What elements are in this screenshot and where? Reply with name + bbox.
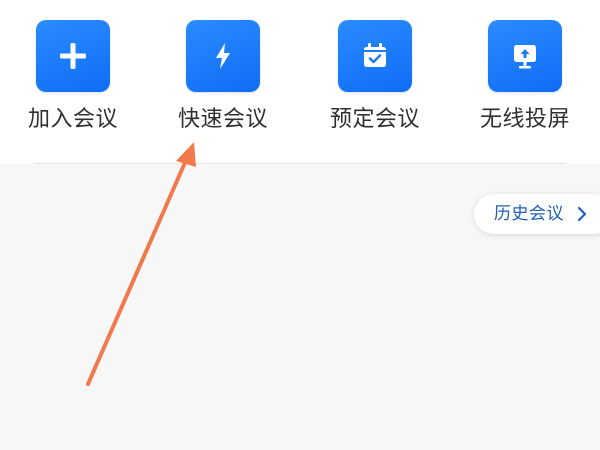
schedule-meeting-button[interactable]: 预定会议 [310,0,440,140]
wireless-screen-cast-label: 无线投屏 [479,107,570,132]
join-meeting-tile[interactable] [36,20,110,92]
join-meeting-button[interactable]: 加入会议 [8,0,138,140]
section-divider [34,163,566,164]
wireless-screen-cast-button[interactable]: 无线投屏 [460,0,590,140]
history-meetings-button[interactable]: 历史会议 [474,194,600,234]
lightning-icon [216,43,230,69]
quick-meeting-tile[interactable] [186,20,260,92]
chevron-right-icon [577,206,587,222]
plus-icon [60,43,86,69]
join-meeting-label: 加入会议 [27,107,118,132]
schedule-meeting-tile[interactable] [338,20,412,92]
screen-cast-icon [514,45,536,69]
calendar-check-icon [364,43,386,67]
schedule-meeting-label: 预定会议 [329,107,420,132]
quick-meeting-label: 快速会议 [177,107,268,132]
wireless-screen-cast-tile[interactable] [488,20,562,92]
quick-meeting-button[interactable]: 快速会议 [158,0,288,140]
history-meetings-label: 历史会议 [494,204,564,224]
